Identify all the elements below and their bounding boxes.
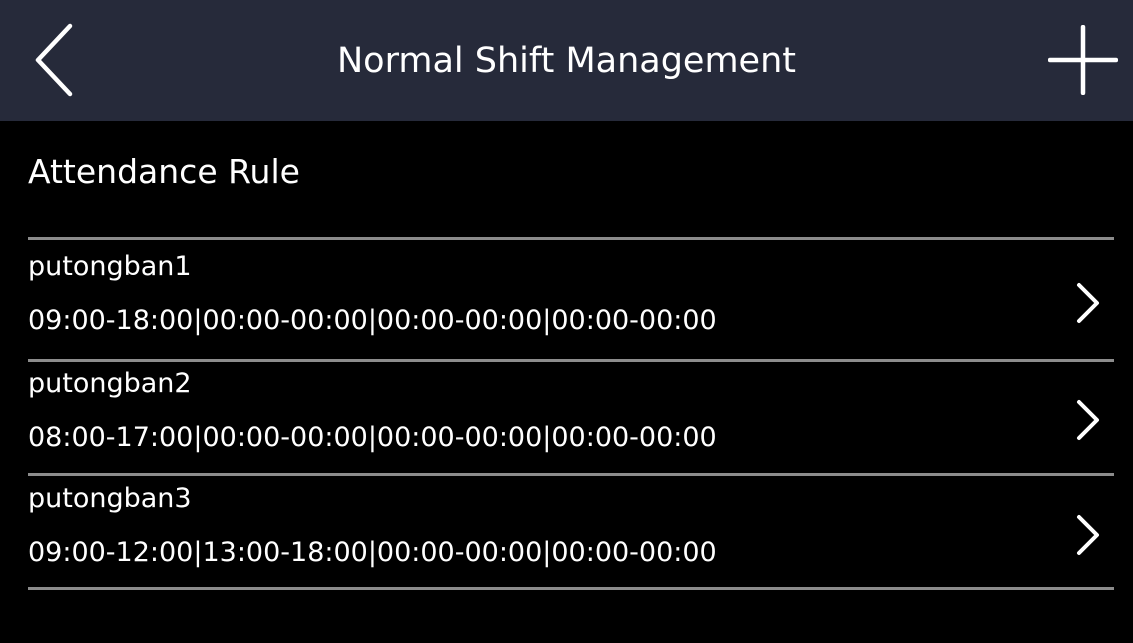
page-title: Normal Shift Management: [337, 40, 796, 81]
rule-times: 09:00-12:00|13:00-18:00|00:00-00:00|00:0…: [28, 537, 717, 568]
rule-item-putongban1[interactable]: putongban1 09:00-18:00|00:00-00:00|00:00…: [0, 245, 1133, 359]
chevron-right-icon: [1077, 400, 1099, 440]
back-chevron-icon: [35, 23, 73, 97]
chevron-right-icon: [1077, 515, 1099, 555]
plus-icon: [1048, 25, 1118, 95]
divider: [28, 473, 1114, 476]
rule-name: putongban1: [28, 251, 192, 282]
add-button[interactable]: [1047, 24, 1119, 96]
rule-times: 08:00-17:00|00:00-00:00|00:00-00:00|00:0…: [28, 422, 717, 453]
rule-name: putongban3: [28, 483, 192, 514]
screen: Normal Shift Management Attendance Rule …: [0, 0, 1133, 643]
rule-times: 09:00-18:00|00:00-00:00|00:00-00:00|00:0…: [28, 305, 717, 336]
rule-item-putongban2[interactable]: putongban2 08:00-17:00|00:00-00:00|00:00…: [0, 362, 1133, 476]
rule-item-putongban3[interactable]: putongban3 09:00-12:00|13:00-18:00|00:00…: [0, 477, 1133, 591]
divider: [28, 587, 1114, 590]
rule-name: putongban2: [28, 368, 192, 399]
section-title: Attendance Rule: [28, 152, 300, 191]
header-bar: Normal Shift Management: [0, 0, 1133, 121]
divider: [28, 237, 1114, 240]
chevron-right-icon: [1077, 283, 1099, 323]
back-button[interactable]: [22, 20, 86, 100]
